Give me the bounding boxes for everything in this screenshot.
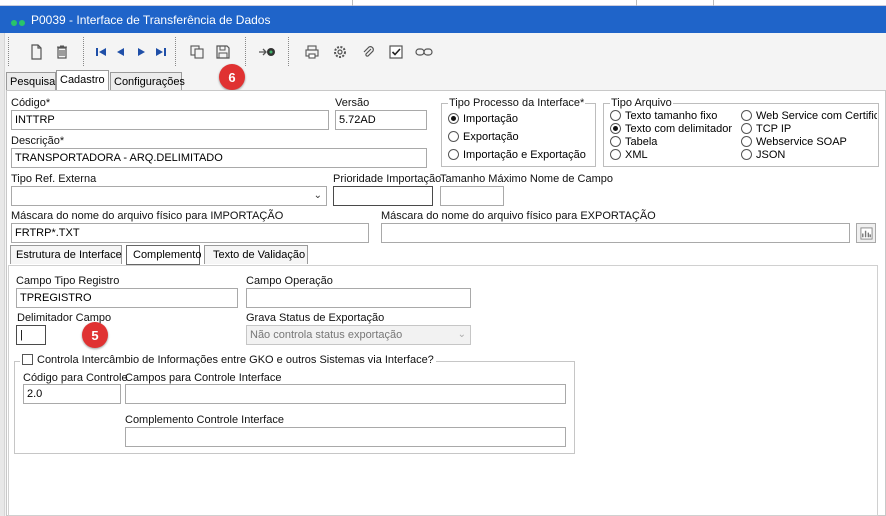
radio-webservice-soap[interactable]: Webservice SOAP	[741, 136, 847, 148]
search-record-icon[interactable]	[256, 43, 278, 61]
tab-pesquisa[interactable]: Pesquisa	[6, 72, 56, 91]
radio-selected-icon	[610, 123, 621, 134]
radio-icon	[610, 149, 621, 160]
prioridade-input[interactable]	[333, 186, 433, 206]
chevron-down-icon: ⌄	[457, 329, 466, 340]
settings-icon[interactable]	[331, 43, 349, 61]
window-status-dots-icon	[11, 17, 27, 29]
delimitador-input[interactable]: |	[16, 325, 46, 345]
radio-texto-delimitador[interactable]: Texto com delimitador	[610, 123, 732, 135]
print-icon[interactable]	[303, 43, 321, 61]
save-icon[interactable]	[214, 43, 232, 61]
radio-icon	[610, 136, 621, 147]
left-edge	[0, 33, 5, 516]
tamanho-input[interactable]	[440, 186, 504, 206]
chart-button[interactable]	[856, 223, 876, 243]
tab-configuracoes[interactable]: Configurações	[110, 72, 185, 91]
tipo-ref-select[interactable]: ⌄	[11, 186, 327, 206]
next-icon[interactable]	[132, 43, 150, 61]
codigo-controle-input[interactable]: 2.0	[23, 384, 121, 404]
campo-tipo-registro-label: Campo Tipo Registro	[16, 275, 120, 287]
radio-texto-fixo[interactable]: Texto tamanho fixo	[610, 110, 717, 122]
controla-checkbox[interactable]: Controla Intercâmbio de Informações entr…	[20, 354, 436, 366]
step-badge-5: 5	[82, 322, 108, 348]
codigo-label: Código*	[11, 97, 51, 109]
chart-icon	[859, 226, 873, 240]
toolbar	[5, 35, 886, 68]
checkbox-icon	[22, 354, 33, 365]
campos-controle-label: Campos para Controle Interface	[125, 372, 282, 384]
radio-web-service-certificado[interactable]: Web Service com Certifica	[741, 110, 877, 122]
tipo-processo-label: Tipo Processo da Interface*	[448, 97, 586, 109]
complemento-controle-label: Complemento Controle Interface	[125, 414, 284, 426]
check-icon[interactable]	[387, 43, 405, 61]
new-icon[interactable]	[27, 43, 45, 61]
radio-json[interactable]: JSON	[741, 149, 785, 161]
tamanho-label: Tamanho Máximo Nome de Campo	[440, 173, 614, 185]
mascara-importacao-input[interactable]: FRTRP*.TXT	[11, 223, 369, 243]
radio-tabela[interactable]: Tabela	[610, 136, 657, 148]
subtab-complemento[interactable]: Complemento	[126, 245, 201, 265]
delete-icon[interactable]	[53, 43, 71, 61]
tipo-ref-label: Tipo Ref. Externa	[11, 173, 97, 185]
tab-cadastro[interactable]: Cadastro	[56, 70, 109, 91]
last-icon[interactable]	[152, 43, 170, 61]
toolbar-group-nav	[83, 37, 173, 66]
descricao-input[interactable]: TRANSPORTADORA - ARQ.DELIMITADO	[11, 148, 427, 168]
grava-status-label: Grava Status de Exportação	[246, 312, 385, 324]
window-title: P0039 - Interface de Transferência de Da…	[31, 13, 271, 27]
prev-icon[interactable]	[112, 43, 130, 61]
radio-importacao-exportacao[interactable]: Importação e Exportação	[448, 149, 586, 161]
toolbar-group-search	[245, 37, 283, 66]
prioridade-label: Prioridade Importação	[333, 173, 442, 185]
radio-icon	[741, 136, 752, 147]
radio-importacao[interactable]: Importação	[448, 113, 518, 125]
campo-tipo-registro-input[interactable]: TPREGISTRO	[16, 288, 238, 308]
link-icon[interactable]	[415, 43, 433, 61]
first-icon[interactable]	[92, 43, 110, 61]
subtab-estrutura[interactable]: Estrutura de Interface	[10, 245, 122, 264]
versao-label: Versão	[335, 97, 370, 109]
toolbar-group-save	[175, 37, 237, 66]
versao-input[interactable]: 5.72AD	[335, 110, 427, 130]
radio-icon	[741, 110, 752, 121]
campos-controle-input[interactable]	[125, 384, 566, 404]
radio-icon	[610, 110, 621, 121]
mascara-exportacao-label: Máscara do nome do arquivo físico para E…	[381, 210, 656, 222]
codigo-controle-label: Código para Controle	[23, 372, 128, 384]
copy-icon[interactable]	[188, 43, 206, 61]
radio-selected-icon	[448, 113, 459, 124]
tipo-arquivo-label: Tipo Arquivo	[610, 97, 673, 109]
mascara-exportacao-input[interactable]	[381, 223, 850, 243]
codigo-input[interactable]: INTTRP	[11, 110, 329, 130]
window-titlebar: P0039 - Interface de Transferência de Da…	[0, 6, 886, 33]
subtab-texto-validacao[interactable]: Texto de Validação	[204, 245, 308, 264]
grava-status-select[interactable]: Não controla status exportação ⌄	[246, 325, 471, 345]
radio-icon	[741, 149, 752, 160]
descricao-label: Descrição*	[11, 135, 65, 147]
complemento-controle-input[interactable]	[125, 427, 566, 447]
mascara-importacao-label: Máscara do nome do arquivo físico para I…	[11, 210, 284, 222]
radio-icon	[448, 149, 459, 160]
toolbar-group-edit	[8, 37, 78, 66]
radio-tcp-ip[interactable]: TCP IP	[741, 123, 791, 135]
campo-operacao-input[interactable]	[246, 288, 471, 308]
toolbar-group-tools	[288, 37, 448, 66]
campo-operacao-label: Campo Operação	[246, 275, 333, 287]
radio-icon	[741, 123, 752, 134]
attach-icon[interactable]	[359, 43, 377, 61]
radio-icon	[448, 131, 459, 142]
radio-xml[interactable]: XML	[610, 149, 648, 161]
radio-exportacao[interactable]: Exportação	[448, 131, 519, 143]
chevron-down-icon: ⌄	[313, 190, 322, 201]
step-badge-6: 6	[219, 64, 245, 90]
